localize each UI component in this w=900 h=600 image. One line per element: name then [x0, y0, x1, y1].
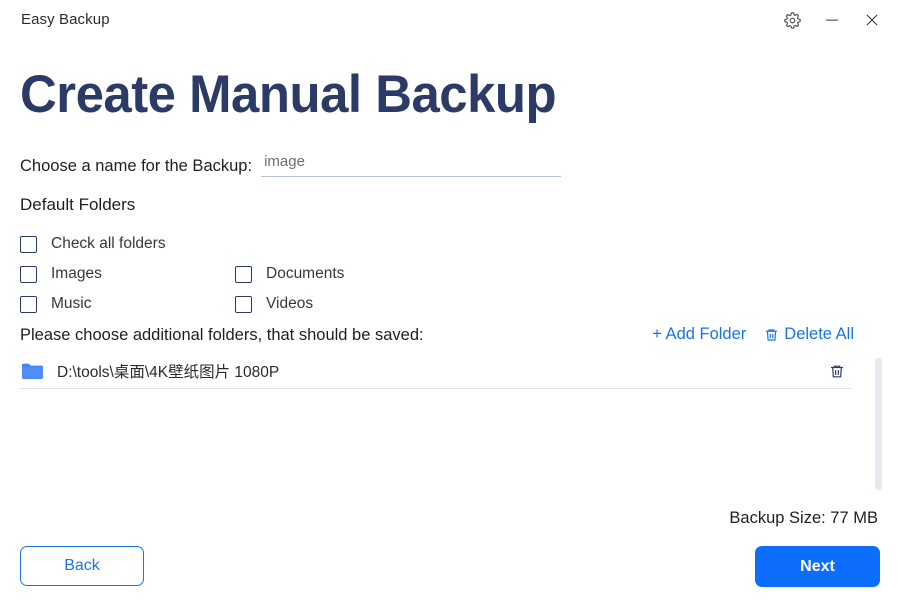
backup-size-label: Backup Size: 77 MB	[729, 509, 878, 527]
app-title: Easy Backup	[21, 11, 110, 28]
checkbox-label-images: Images	[51, 265, 102, 282]
table-row[interactable]: D:\tools\桌面\4K壁纸图片 1080P	[20, 354, 852, 389]
gear-icon	[783, 11, 801, 29]
add-folder-label: + Add Folder	[652, 325, 747, 343]
minimize-icon	[824, 12, 840, 28]
check-row-1: Images Documents	[20, 259, 440, 289]
checkbox-item-videos[interactable]: Videos	[235, 295, 313, 313]
delete-all-button[interactable]: Delete All	[764, 325, 854, 344]
default-folders-heading: Default Folders	[20, 195, 136, 214]
checkbox-check-all[interactable]	[20, 235, 37, 253]
title-bar: Easy Backup	[0, 0, 900, 40]
checkbox-label-documents: Documents	[266, 265, 345, 282]
folder-icon	[21, 362, 43, 380]
checkbox-label-music: Music	[51, 295, 92, 312]
additional-folders-label: Please choose additional folders, that s…	[20, 326, 424, 344]
checkbox-item-check-all[interactable]: Check all folders	[20, 235, 235, 253]
backup-name-input-wrap	[261, 153, 565, 177]
close-button[interactable]	[852, 4, 892, 36]
checkbox-item-documents[interactable]: Documents	[235, 265, 344, 283]
folder-list-scrollbar[interactable]	[875, 358, 882, 490]
check-row-2: Music Videos	[20, 289, 440, 319]
checkbox-documents[interactable]	[235, 265, 252, 283]
add-folder-button[interactable]: + Add Folder	[652, 325, 746, 344]
folder-path: D:\tools\桌面\4K壁纸图片 1080P	[57, 364, 280, 381]
minimize-button[interactable]	[812, 4, 852, 36]
checkbox-item-music[interactable]: Music	[20, 295, 235, 313]
checkbox-label-videos: Videos	[266, 295, 314, 312]
checkbox-images[interactable]	[20, 265, 37, 283]
check-row-all: Check all folders	[20, 229, 440, 259]
backup-name-row: Choose a name for the Backup:	[20, 153, 565, 177]
checkbox-videos[interactable]	[235, 295, 252, 313]
next-button[interactable]: Next	[755, 546, 880, 587]
default-folders-checkbox-group: Check all folders Images Documents Music…	[20, 229, 440, 319]
checkbox-label-check-all: Check all folders	[51, 235, 166, 252]
back-button[interactable]: Back	[20, 546, 144, 586]
backup-name-input[interactable]	[261, 153, 565, 170]
page-title: Create Manual Backup	[20, 65, 557, 124]
additional-folders-actions: + Add Folder Delete All	[652, 325, 854, 344]
delete-row-button[interactable]	[829, 363, 845, 380]
settings-button[interactable]	[772, 4, 812, 36]
checkbox-music[interactable]	[20, 295, 37, 313]
checkbox-item-images[interactable]: Images	[20, 265, 235, 283]
window-controls	[772, 4, 892, 36]
backup-name-label: Choose a name for the Backup:	[20, 157, 253, 175]
close-icon	[864, 12, 880, 28]
trash-icon	[764, 327, 779, 343]
additional-folders-list: D:\tools\桌面\4K壁纸图片 1080P	[20, 354, 852, 490]
delete-all-label: Delete All	[784, 325, 854, 343]
